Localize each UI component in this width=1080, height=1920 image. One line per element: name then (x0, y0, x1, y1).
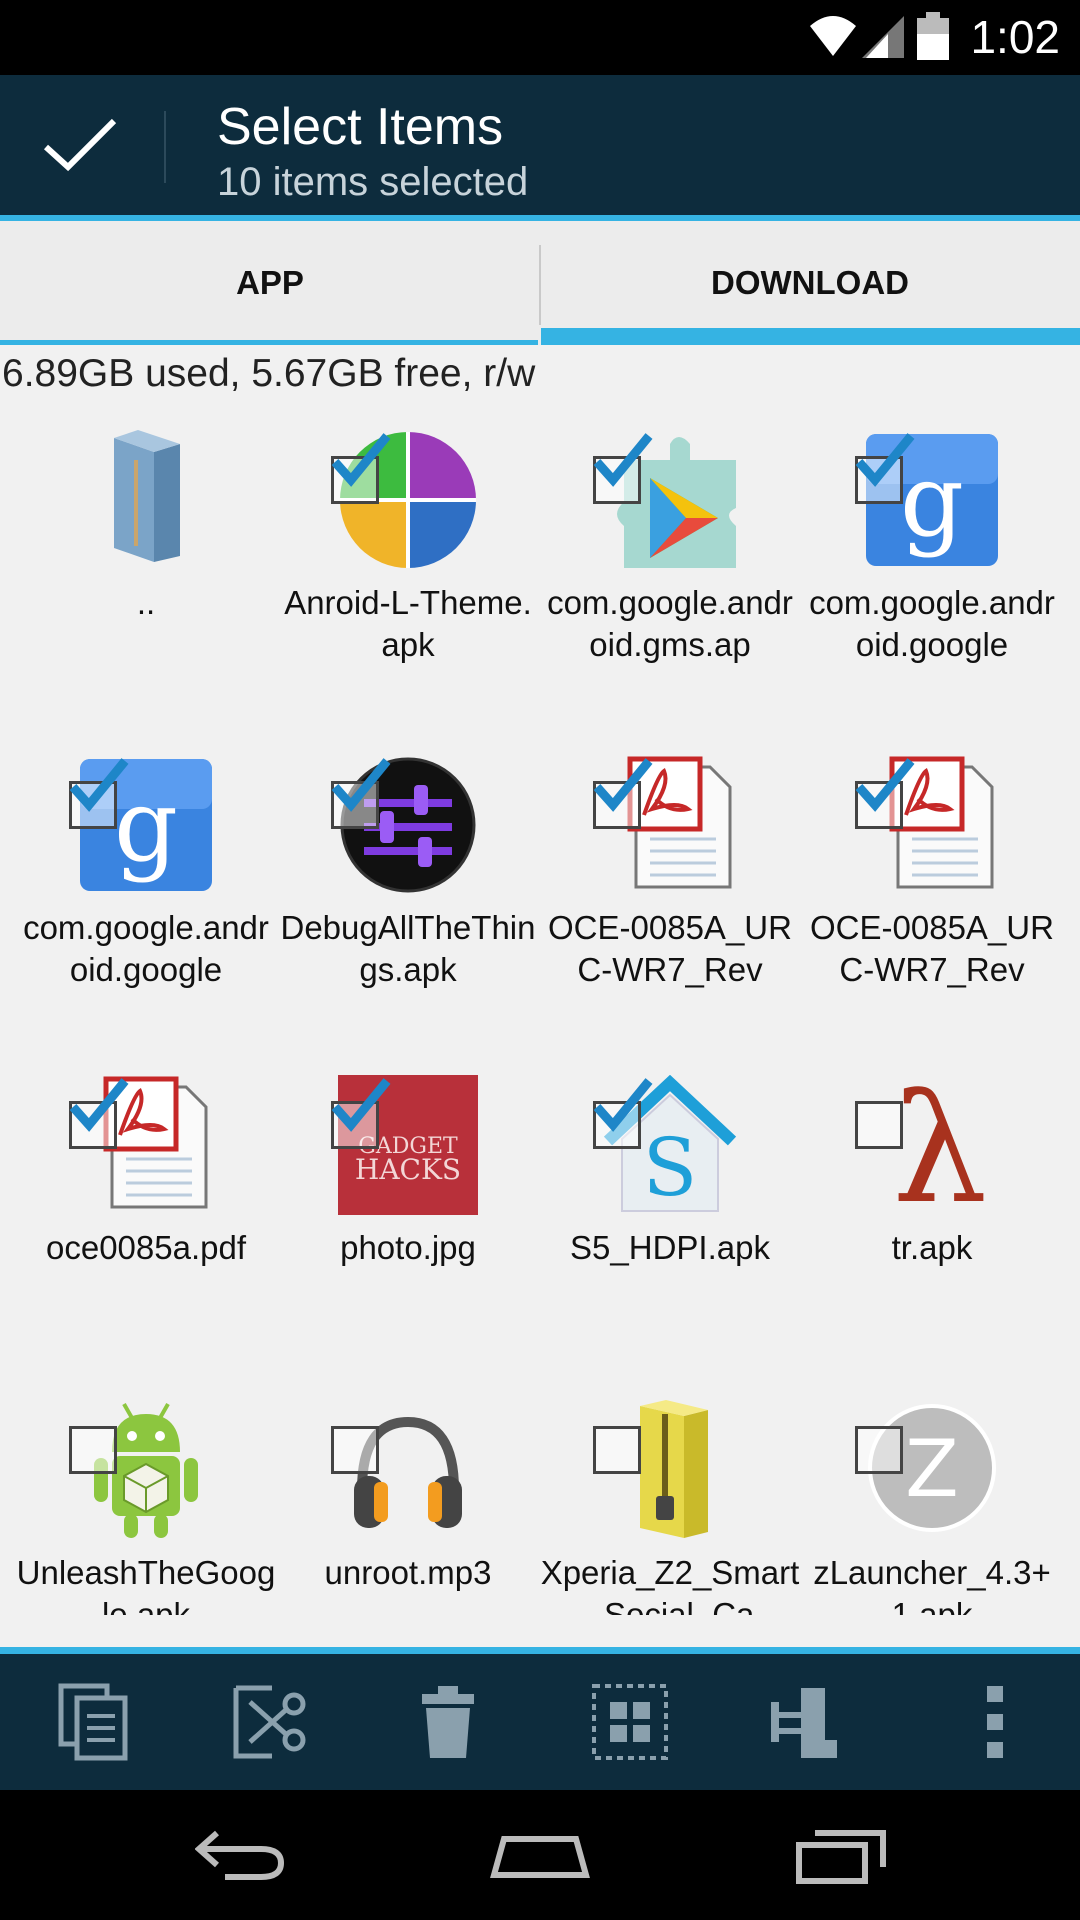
archive-icon[interactable] (765, 1682, 845, 1762)
checkmark-icon (331, 758, 391, 812)
checkmark-icon (331, 433, 391, 487)
home-icon[interactable] (490, 1825, 590, 1885)
file-name: oce0085a.pdf (45, 1229, 246, 1266)
image-text-line-2: HACKS (355, 1153, 461, 1186)
tab-app[interactable]: APP (0, 221, 540, 345)
file-name: tr.apk (891, 1229, 973, 1266)
file-item[interactable]: S S5_HDPI.apk (539, 1065, 801, 1385)
status-time: 1:02 (970, 11, 1060, 63)
file-item[interactable]: DebugAllTheThings.apk (277, 745, 539, 1065)
checkmark-icon (593, 433, 653, 487)
copy-icon[interactable] (55, 1682, 135, 1762)
tab-download-indicator (541, 328, 1080, 345)
select-all-icon[interactable] (590, 1682, 670, 1762)
folder-icon (114, 430, 180, 562)
back-icon[interactable] (195, 1825, 285, 1885)
recents-icon[interactable] (795, 1825, 887, 1885)
file-item[interactable]: OCE-0085A_URC-WR7_Rev (539, 745, 801, 1065)
tab-bar: APP DOWNLOAD (0, 221, 1080, 345)
file-name: DebugAllTheThings.apk (280, 909, 536, 988)
file-item[interactable]: Z zLauncher_4.3+1.apk (801, 1390, 1063, 1615)
file-name: com.google.android.gms.ap (547, 584, 793, 663)
file-name: com.google.android.google (809, 584, 1055, 663)
action-bar-divider (164, 111, 166, 183)
file-grid: .. Anroid-L-Theme.apk com.google.android… (0, 420, 1080, 1615)
file-name: Anroid-L-Theme.apk (284, 584, 532, 663)
navigation-bar (0, 1790, 1080, 1920)
select-checkbox[interactable] (855, 1426, 903, 1474)
file-name: com.google.android.google (23, 909, 269, 988)
bottom-action-bar (0, 1654, 1080, 1790)
file-item[interactable]: g com.google.android.google (15, 745, 277, 1065)
svg-text:λ: λ (892, 1075, 987, 1215)
file-name: OCE-0085A_URC-WR7_Rev (810, 909, 1054, 988)
checkmark-icon (855, 433, 915, 487)
checkmark-icon (331, 1078, 391, 1132)
file-name: unroot.mp3 (324, 1554, 492, 1591)
checkmark-icon (593, 1078, 653, 1132)
select-checkbox[interactable] (593, 1426, 641, 1474)
file-item[interactable]: λ tr.apk (801, 1065, 1063, 1385)
checkmark-icon (69, 758, 129, 812)
storage-info: 6.89GB used, 5.67GB free, r/w (2, 352, 536, 395)
cut-icon[interactable] (230, 1682, 310, 1762)
delete-icon[interactable] (408, 1682, 488, 1762)
file-item[interactable]: Anroid-L-Theme.apk (277, 420, 539, 740)
action-bar-subtitle: 10 items selected (217, 160, 529, 204)
file-name: OCE-0085A_URC-WR7_Rev (548, 909, 792, 988)
file-item[interactable]: g com.google.android.google (801, 420, 1063, 740)
file-name: photo.jpg (340, 1229, 476, 1266)
bottom-bar-accent (0, 1647, 1080, 1654)
file-item[interactable]: unroot.mp3 (277, 1390, 539, 1615)
file-item[interactable]: oce0085a.pdf (15, 1065, 277, 1385)
battery-icon (917, 12, 949, 60)
checkmark-icon (593, 758, 653, 812)
checkmark-icon (69, 1078, 129, 1132)
file-item[interactable]: Xperia_Z2_Smart_Social_Ca (539, 1390, 801, 1615)
status-bar: 1:02 (0, 0, 1080, 75)
file-item[interactable]: UnleashTheGoogle.apk (15, 1390, 277, 1615)
file-name: .. (136, 584, 156, 621)
select-checkbox[interactable] (855, 1101, 903, 1149)
tab-app-underline (0, 340, 538, 345)
checkmark-icon (855, 758, 915, 812)
file-item[interactable]: GADGET HACKS photo.jpg (277, 1065, 539, 1385)
file-item[interactable]: OCE-0085A_URC-WR7_Rev (801, 745, 1063, 1065)
signal-icon (862, 16, 904, 58)
action-bar: Select Items 10 items selected (0, 75, 1080, 215)
file-name: UnleashTheGoogle.apk (16, 1554, 276, 1615)
icon-letter: Z (905, 1425, 958, 1515)
file-item[interactable]: com.google.android.gms.ap (539, 420, 801, 740)
wifi-icon (810, 16, 856, 56)
file-item[interactable]: .. (15, 420, 277, 740)
select-checkbox[interactable] (331, 1426, 379, 1474)
done-check-icon[interactable] (40, 115, 120, 175)
select-checkbox[interactable] (69, 1426, 117, 1474)
tab-download[interactable]: DOWNLOAD (540, 221, 1080, 345)
file-name: S5_HDPI.apk (570, 1229, 770, 1266)
file-name: zLauncher_4.3+1.apk (813, 1554, 1051, 1615)
action-bar-title: Select Items (217, 98, 504, 156)
file-name: Xperia_Z2_Smart_Social_Ca (540, 1554, 800, 1615)
overflow-menu-icon[interactable] (955, 1682, 1035, 1762)
